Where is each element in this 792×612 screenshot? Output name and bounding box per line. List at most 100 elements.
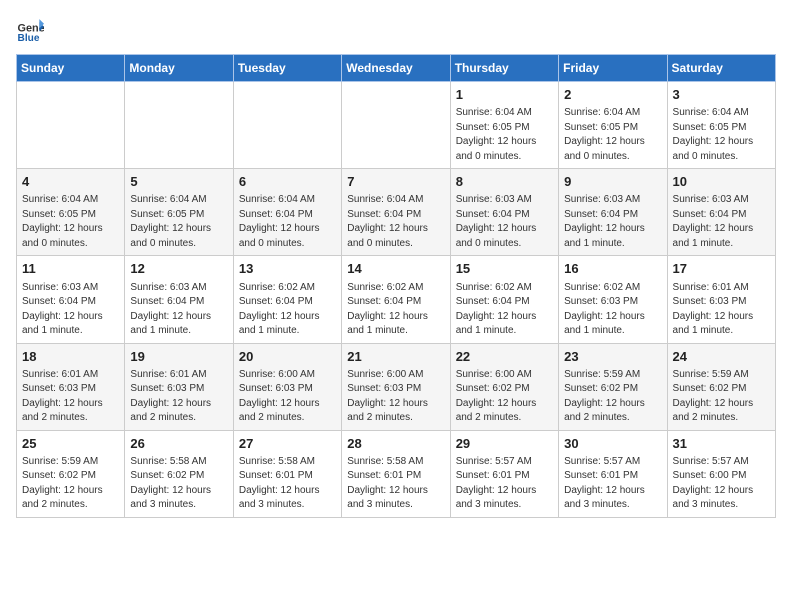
calendar-cell: 17 Sunrise: 6:01 AM Sunset: 6:03 PM Dayli… bbox=[667, 256, 775, 343]
calendar-cell: 7Sunrise: 6:04 AM Sunset: 6:04 PM Daylig… bbox=[342, 169, 450, 256]
logo-icon: General Blue bbox=[16, 16, 44, 44]
day-number: 10 bbox=[673, 173, 770, 191]
day-info: Sunrise: 5:58 AM Sunset: 6:01 PM Dayligh… bbox=[239, 455, 336, 513]
day-info: Sunrise: 6:02 AM Sunset: 6:04 PM Dayligh… bbox=[239, 281, 336, 339]
day-info: Sunrise: 6:04 AM Sunset: 6:04 PM Dayligh… bbox=[239, 193, 336, 251]
calendar-cell: 31 Sunrise: 5:57 AM Sunset: 6:00 PM Dayli… bbox=[667, 430, 775, 517]
day-number: 6 bbox=[239, 173, 336, 191]
day-header-sunday: Sunday bbox=[17, 55, 125, 82]
page-header: General Blue bbox=[16, 16, 776, 44]
day-number: 24 bbox=[673, 348, 770, 366]
calendar-cell: 19 Sunrise: 6:01 AM Sunset: 6:03 PM Dayli… bbox=[125, 343, 233, 430]
day-number: 21 bbox=[347, 348, 444, 366]
calendar-cell: 5 Sunrise: 6:04 AM Sunset: 6:05 PM Daylig… bbox=[125, 169, 233, 256]
day-header-monday: Monday bbox=[125, 55, 233, 82]
svg-text:Blue: Blue bbox=[18, 33, 40, 44]
day-info: Sunrise: 6:00 AM Sunset: 6:03 PM Dayligh… bbox=[239, 368, 336, 426]
calendar-cell: 13 Sunrise: 6:02 AM Sunset: 6:04 PM Dayli… bbox=[233, 256, 341, 343]
day-number: 18 bbox=[22, 348, 119, 366]
day-info: Sunrise: 5:59 AM Sunset: 6:02 PM Dayligh… bbox=[22, 455, 119, 513]
day-number: 16 bbox=[564, 260, 661, 278]
calendar-cell: 23 Sunrise: 5:59 AM Sunset: 6:02 PM Dayli… bbox=[559, 343, 667, 430]
day-info: Sunrise: 6:03 AM Sunset: 6:04 PM Dayligh… bbox=[564, 193, 661, 251]
calendar-table: SundayMondayTuesdayWednesdayThursdayFrid… bbox=[16, 54, 776, 518]
day-header-saturday: Saturday bbox=[667, 55, 775, 82]
day-info: Sunrise: 5:57 AM Sunset: 6:00 PM Dayligh… bbox=[673, 455, 770, 513]
calendar-cell bbox=[233, 82, 341, 169]
day-info: Sunrise: 5:58 AM Sunset: 6:01 PM Dayligh… bbox=[347, 455, 444, 513]
calendar-week-3: 11 Sunrise: 6:03 AM Sunset: 6:04 PM Dayli… bbox=[17, 256, 776, 343]
day-info: Sunrise: 6:04 AM Sunset: 6:05 PM Dayligh… bbox=[673, 106, 770, 164]
day-number: 17 bbox=[673, 260, 770, 278]
day-number: 12 bbox=[130, 260, 227, 278]
calendar-cell: 22Sunrise: 6:00 AM Sunset: 6:02 PM Dayli… bbox=[450, 343, 558, 430]
day-number: 14 bbox=[347, 260, 444, 278]
day-header-wednesday: Wednesday bbox=[342, 55, 450, 82]
calendar-cell: 28 Sunrise: 5:58 AM Sunset: 6:01 PM Dayli… bbox=[342, 430, 450, 517]
day-number: 23 bbox=[564, 348, 661, 366]
calendar-cell: 3 Sunrise: 6:04 AM Sunset: 6:05 PM Daylig… bbox=[667, 82, 775, 169]
day-info: Sunrise: 5:57 AM Sunset: 6:01 PM Dayligh… bbox=[456, 455, 553, 513]
day-info: Sunrise: 6:04 AM Sunset: 6:05 PM Dayligh… bbox=[564, 106, 661, 164]
day-info: Sunrise: 5:59 AM Sunset: 6:02 PM Dayligh… bbox=[564, 368, 661, 426]
calendar-cell bbox=[17, 82, 125, 169]
calendar-cell: 4Sunrise: 6:04 AM Sunset: 6:05 PM Daylig… bbox=[17, 169, 125, 256]
day-number: 11 bbox=[22, 260, 119, 278]
day-number: 27 bbox=[239, 435, 336, 453]
calendar-cell: 26 Sunrise: 5:58 AM Sunset: 6:02 PM Dayli… bbox=[125, 430, 233, 517]
calendar-cell: 11 Sunrise: 6:03 AM Sunset: 6:04 PM Dayli… bbox=[17, 256, 125, 343]
day-number: 3 bbox=[673, 86, 770, 104]
day-info: Sunrise: 6:04 AM Sunset: 6:04 PM Dayligh… bbox=[347, 193, 444, 251]
day-number: 26 bbox=[130, 435, 227, 453]
day-info: Sunrise: 6:04 AM Sunset: 6:05 PM Dayligh… bbox=[130, 193, 227, 251]
day-header-tuesday: Tuesday bbox=[233, 55, 341, 82]
calendar-cell: 29 Sunrise: 5:57 AM Sunset: 6:01 PM Dayli… bbox=[450, 430, 558, 517]
calendar-cell: 6 Sunrise: 6:04 AM Sunset: 6:04 PM Daylig… bbox=[233, 169, 341, 256]
day-info: Sunrise: 5:59 AM Sunset: 6:02 PM Dayligh… bbox=[673, 368, 770, 426]
day-number: 29 bbox=[456, 435, 553, 453]
day-number: 25 bbox=[22, 435, 119, 453]
day-info: Sunrise: 6:03 AM Sunset: 6:04 PM Dayligh… bbox=[456, 193, 553, 251]
day-info: Sunrise: 6:01 AM Sunset: 6:03 PM Dayligh… bbox=[130, 368, 227, 426]
calendar-cell: 9 Sunrise: 6:03 AM Sunset: 6:04 PM Daylig… bbox=[559, 169, 667, 256]
day-info: Sunrise: 6:03 AM Sunset: 6:04 PM Dayligh… bbox=[22, 281, 119, 339]
day-info: Sunrise: 6:04 AM Sunset: 6:05 PM Dayligh… bbox=[22, 193, 119, 251]
day-number: 9 bbox=[564, 173, 661, 191]
day-header-friday: Friday bbox=[559, 55, 667, 82]
day-info: Sunrise: 6:01 AM Sunset: 6:03 PM Dayligh… bbox=[22, 368, 119, 426]
day-info: Sunrise: 6:00 AM Sunset: 6:02 PM Dayligh… bbox=[456, 368, 553, 426]
day-number: 30 bbox=[564, 435, 661, 453]
day-number: 20 bbox=[239, 348, 336, 366]
calendar-cell: 15 Sunrise: 6:02 AM Sunset: 6:04 PM Dayli… bbox=[450, 256, 558, 343]
calendar-week-4: 18 Sunrise: 6:01 AM Sunset: 6:03 PM Dayli… bbox=[17, 343, 776, 430]
day-number: 28 bbox=[347, 435, 444, 453]
calendar-cell bbox=[125, 82, 233, 169]
calendar-cell: 14 Sunrise: 6:02 AM Sunset: 6:04 PM Dayli… bbox=[342, 256, 450, 343]
calendar-week-1: 1Sunrise: 6:04 AM Sunset: 6:05 PM Daylig… bbox=[17, 82, 776, 169]
day-info: Sunrise: 6:02 AM Sunset: 6:04 PM Dayligh… bbox=[456, 281, 553, 339]
day-info: Sunrise: 6:01 AM Sunset: 6:03 PM Dayligh… bbox=[673, 281, 770, 339]
day-info: Sunrise: 6:03 AM Sunset: 6:04 PM Dayligh… bbox=[673, 193, 770, 251]
calendar-cell: 18 Sunrise: 6:01 AM Sunset: 6:03 PM Dayli… bbox=[17, 343, 125, 430]
logo: General Blue bbox=[16, 16, 48, 44]
day-number: 19 bbox=[130, 348, 227, 366]
day-number: 2 bbox=[564, 86, 661, 104]
calendar-cell: 1Sunrise: 6:04 AM Sunset: 6:05 PM Daylig… bbox=[450, 82, 558, 169]
day-info: Sunrise: 6:02 AM Sunset: 6:04 PM Dayligh… bbox=[347, 281, 444, 339]
day-info: Sunrise: 5:58 AM Sunset: 6:02 PM Dayligh… bbox=[130, 455, 227, 513]
calendar-week-2: 4Sunrise: 6:04 AM Sunset: 6:05 PM Daylig… bbox=[17, 169, 776, 256]
calendar-cell: 30 Sunrise: 5:57 AM Sunset: 6:01 PM Dayli… bbox=[559, 430, 667, 517]
day-number: 13 bbox=[239, 260, 336, 278]
day-info: Sunrise: 6:00 AM Sunset: 6:03 PM Dayligh… bbox=[347, 368, 444, 426]
day-number: 31 bbox=[673, 435, 770, 453]
calendar-cell: 8 Sunrise: 6:03 AM Sunset: 6:04 PM Daylig… bbox=[450, 169, 558, 256]
calendar-cell: 21 Sunrise: 6:00 AM Sunset: 6:03 PM Dayli… bbox=[342, 343, 450, 430]
calendar-cell: 24 Sunrise: 5:59 AM Sunset: 6:02 PM Dayli… bbox=[667, 343, 775, 430]
calendar-cell: 27 Sunrise: 5:58 AM Sunset: 6:01 PM Dayli… bbox=[233, 430, 341, 517]
day-number: 15 bbox=[456, 260, 553, 278]
day-info: Sunrise: 6:02 AM Sunset: 6:03 PM Dayligh… bbox=[564, 281, 661, 339]
day-number: 8 bbox=[456, 173, 553, 191]
day-number: 5 bbox=[130, 173, 227, 191]
day-info: Sunrise: 5:57 AM Sunset: 6:01 PM Dayligh… bbox=[564, 455, 661, 513]
calendar-cell: 16 Sunrise: 6:02 AM Sunset: 6:03 PM Dayli… bbox=[559, 256, 667, 343]
